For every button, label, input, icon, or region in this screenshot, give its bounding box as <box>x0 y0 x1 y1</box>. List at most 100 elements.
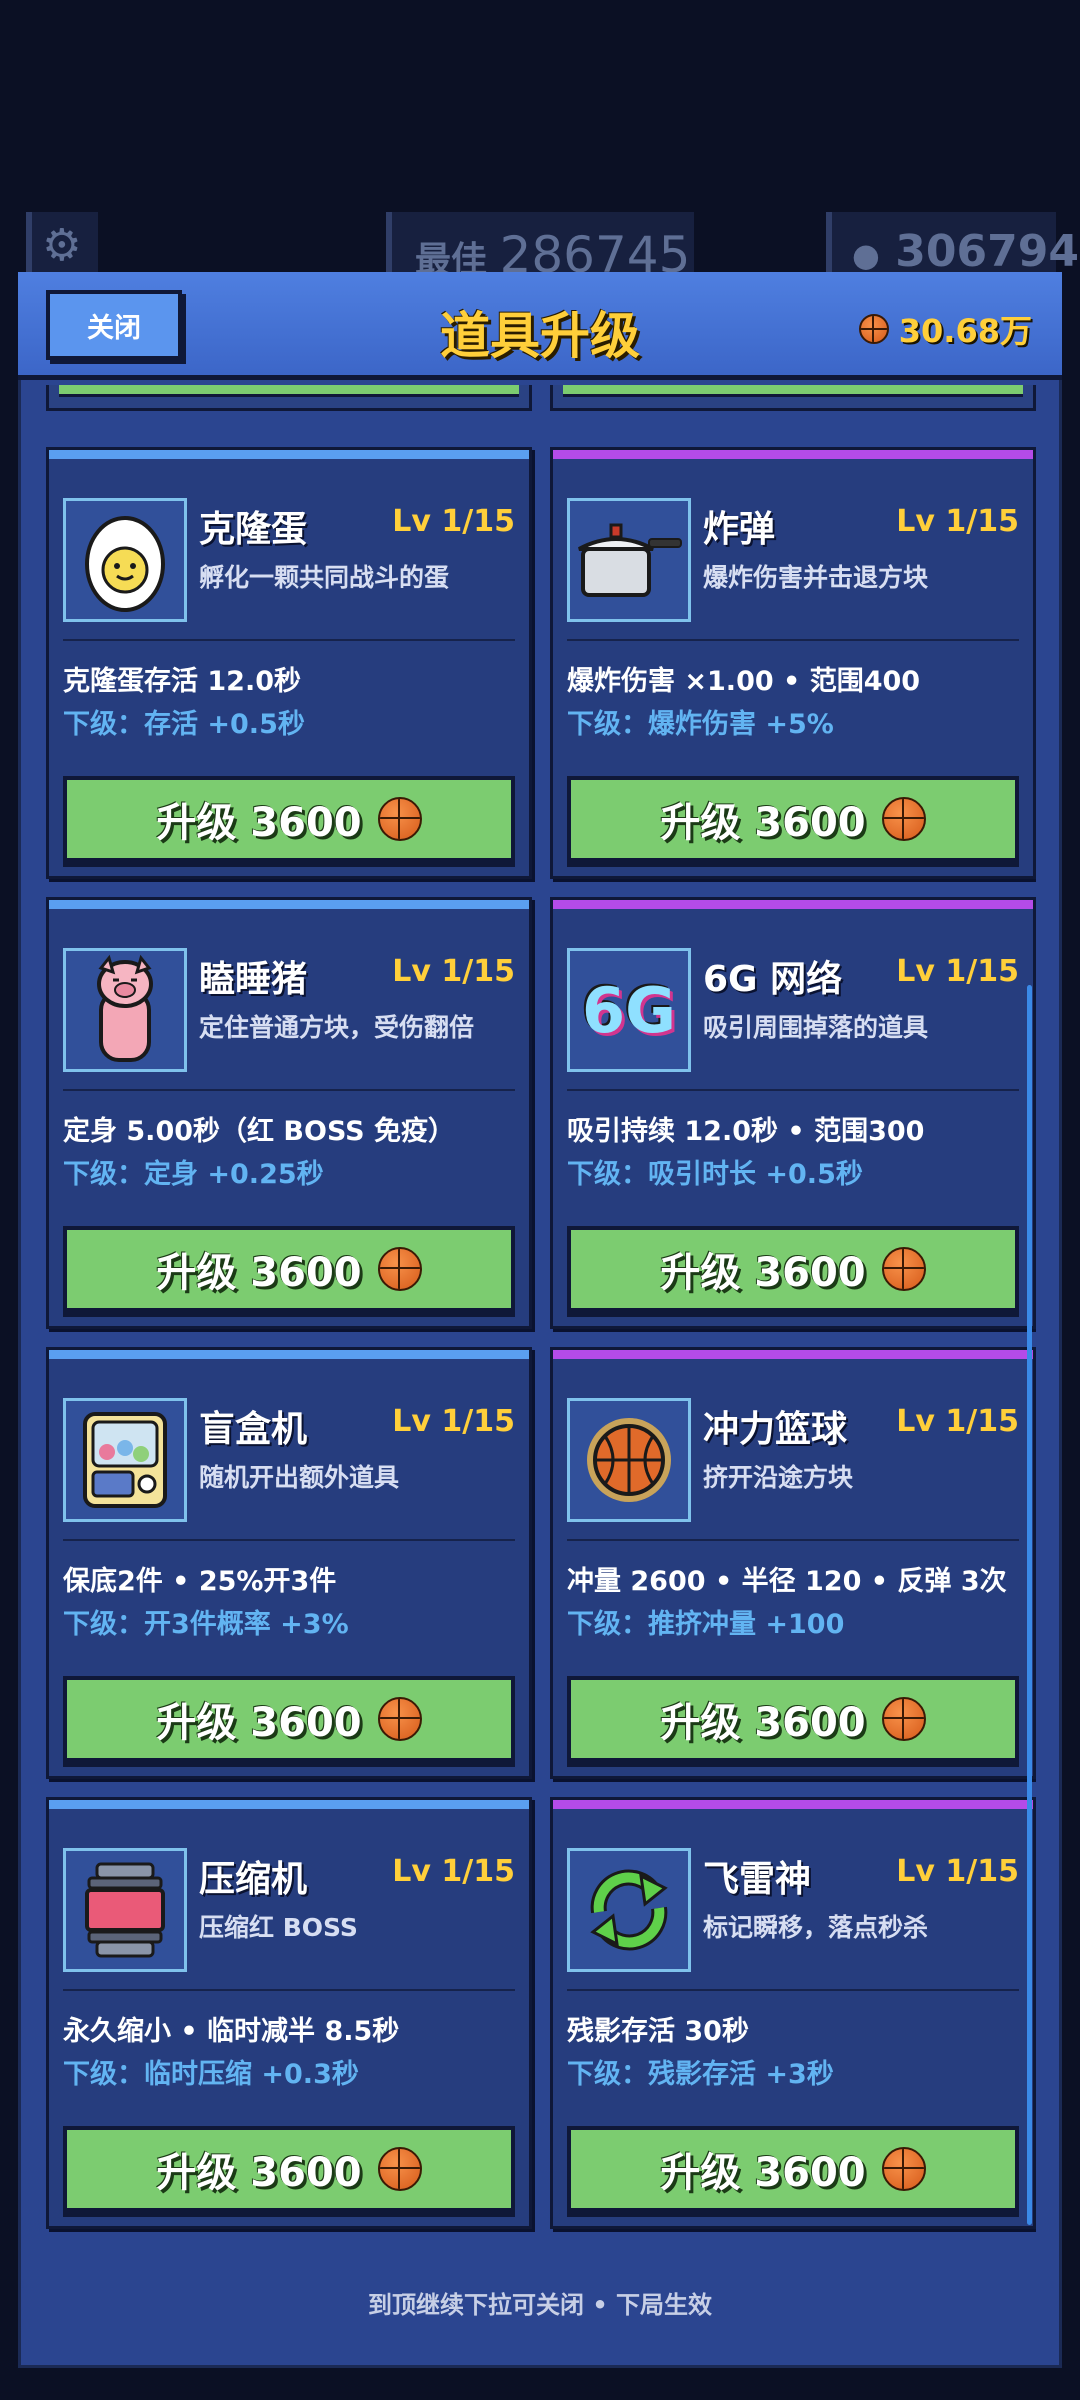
item-stat: 爆炸伤害 ×1.00 • 范围400 <box>567 666 921 697</box>
item-level: Lv 1/15 <box>392 954 515 989</box>
next-level-bonus: 下级：吸引时长 +0.5秒 <box>567 1159 863 1190</box>
item-level: Lv 1/15 <box>392 504 515 539</box>
item-level: Lv 1/15 <box>392 1404 515 1439</box>
next-level-bonus: 下级：爆炸伤害 +5% <box>567 709 834 740</box>
item-stat: 克隆蛋存活 12.0秒 <box>63 666 302 697</box>
item-name: 炸弹 <box>703 509 776 550</box>
card-accent-bar <box>49 1350 529 1359</box>
basketball-coin-icon <box>377 797 422 841</box>
item-description: 定住普通方块，受伤翻倍 <box>199 1013 475 1042</box>
item-card: 盲盒机 Lv 1/15 随机开出额外道具保底2件 • 25%开3件 下级：开3件概率 … <box>46 1347 532 1779</box>
item-card: 飞雷神 Lv 1/15 标记瞬移，落点秒杀 残影存活 30秒 下级：残影存活 +3秒 升级… <box>550 1797 1036 2229</box>
item-description: 吸引周围掉落的道具 <box>703 1013 929 1042</box>
item-stat: 残影存活 30秒 <box>567 2016 749 2047</box>
scrollbar[interactable] <box>1027 985 1032 2225</box>
upgrade-button[interactable]: 升级 3600 <box>567 2126 1019 2212</box>
gacha-machine-icon <box>63 1398 187 1522</box>
coin-balance: 30.68万 <box>858 306 1032 352</box>
upgrade-button[interactable]: 升级 3600 <box>567 776 1019 862</box>
card-accent-bar <box>553 900 1033 909</box>
card-accent-bar <box>553 1350 1033 1359</box>
upgrade-button[interactable]: 升级 3600 <box>63 1676 515 1762</box>
card-accent-bar <box>49 450 529 459</box>
basketball-coin-icon <box>881 1247 926 1291</box>
upgrade-button[interactable]: 升级 3600 <box>63 776 515 862</box>
item-stat: 永久缩小 • 临时减半 8.5秒 <box>63 2016 400 2047</box>
item-level: Lv 1/15 <box>896 1854 1019 1889</box>
item-name: 瞌睡猪 <box>199 959 308 1000</box>
compressor-icon <box>63 1848 187 1972</box>
item-name: 飞雷神 <box>703 1859 812 1900</box>
item-name: 冲力篮球 <box>703 1409 848 1450</box>
item-name: 6G 网络 <box>703 959 843 1000</box>
coin-amount: 30.68万 <box>898 312 1032 350</box>
item-card: 瞌睡猪 Lv 1/15 定住普通方块，受伤翻倍定身 5.00秒（红 BOSS 免疫）… <box>46 897 532 1329</box>
item-stat: 定身 5.00秒（红 BOSS 免疫） <box>63 1116 456 1147</box>
item-card: 炸弹 Lv 1/15 爆炸伤害并击退方块爆炸伤害 ×1.00 • 范围400 下级：爆… <box>550 447 1036 879</box>
item-description: 随机开出额外道具 <box>199 1463 400 1492</box>
item-list[interactable]: 克隆蛋 Lv 1/15 孵化一颗共同战斗的蛋克隆蛋存活 12.0秒 下级：存活 +0.… <box>36 385 1036 2235</box>
upgrade-button-label: 升级 3600 <box>660 800 866 846</box>
basketball-coin-icon <box>881 2147 926 2191</box>
item-description: 挤开沿途方块 <box>703 1463 854 1492</box>
card-accent-bar <box>553 1800 1033 1809</box>
item-card: 压缩机 Lv 1/15 压缩红 BOSS 永久缩小 • 临时减半 8.5秒 下级：临时压… <box>46 1797 532 2229</box>
recycle-arrows-icon <box>567 1848 691 1972</box>
upgrade-button-label: 升级 3600 <box>156 1700 362 1746</box>
basketball-coin-icon <box>881 1697 926 1741</box>
basketball-coin-icon <box>377 2147 422 2191</box>
next-level-bonus: 下级：推挤冲量 +100 <box>567 1609 845 1640</box>
upgrade-button-label: 升级 3600 <box>156 2150 362 2196</box>
6g-text: 6G <box>581 973 677 1047</box>
basketball-icon <box>567 1398 691 1522</box>
item-level: Lv 1/15 <box>896 954 1019 989</box>
upgrade-button-label: 升级 3600 <box>156 800 362 846</box>
item-description: 标记瞬移，落点秒杀 <box>703 1913 929 1942</box>
upgrade-button-label: 升级 3600 <box>660 2150 866 2196</box>
basketball-coin-icon <box>377 1697 422 1741</box>
upgrade-button[interactable]: 升级 3600 <box>567 1226 1019 1312</box>
divider <box>567 1989 1019 1991</box>
upgrade-button[interactable]: 升级 3600 <box>63 1226 515 1312</box>
partial-card-left <box>46 385 532 411</box>
pig-icon <box>63 948 187 1072</box>
divider <box>63 1089 515 1091</box>
item-description: 孵化一颗共同战斗的蛋 <box>199 563 450 592</box>
item-stat: 冲量 2600 • 半径 120 • 反弹 3次 <box>567 1566 1007 1597</box>
item-card: 6G 6G 网络 Lv 1/15 吸引周围掉落的道具吸引持续 12.0秒 • 范围30… <box>550 897 1036 1329</box>
partial-card-right <box>550 385 1036 411</box>
divider <box>567 639 1019 641</box>
item-level: Lv 1/15 <box>896 1404 1019 1439</box>
item-name: 盲盒机 <box>199 1409 308 1450</box>
item-card: 冲力篮球 Lv 1/15 挤开沿途方块冲量 2600 • 半径 120 • 反弹 3… <box>550 1347 1036 1779</box>
next-level-bonus: 下级：存活 +0.5秒 <box>63 709 305 740</box>
pressure-cooker-icon <box>567 498 691 622</box>
item-stat: 保底2件 • 25%开3件 <box>63 1566 337 1597</box>
upgrade-button[interactable]: 升级 3600 <box>63 2126 515 2212</box>
basketball-coin-icon <box>881 797 926 841</box>
item-level: Lv 1/15 <box>896 504 1019 539</box>
score-value: 306794 <box>895 226 1079 277</box>
gear-icon: ⚙ <box>42 220 82 271</box>
basketball-coin-icon <box>377 1247 422 1291</box>
basketball-coin-icon <box>858 314 889 344</box>
item-card: 克隆蛋 Lv 1/15 孵化一颗共同战斗的蛋克隆蛋存活 12.0秒 下级：存活 +0.… <box>46 447 532 879</box>
upgrade-button-label: 升级 3600 <box>660 1250 866 1296</box>
next-level-bonus: 下级：开3件概率 +3% <box>63 1609 349 1640</box>
divider <box>63 1539 515 1541</box>
next-level-bonus: 下级：定身 +0.25秒 <box>63 1159 324 1190</box>
card-accent-bar <box>49 1800 529 1809</box>
basketball-icon: ● <box>852 236 880 274</box>
item-name: 克隆蛋 <box>199 509 308 550</box>
divider <box>567 1539 1019 1541</box>
score: ● 306794 <box>852 226 1079 277</box>
egg-icon <box>63 498 187 622</box>
item-description: 压缩红 BOSS <box>199 1913 358 1942</box>
upgrade-button[interactable]: 升级 3600 <box>567 1676 1019 1762</box>
item-description: 爆炸伤害并击退方块 <box>703 563 929 592</box>
next-level-bonus: 下级：临时压缩 +0.3秒 <box>63 2059 359 2090</box>
upgrade-button-label: 升级 3600 <box>156 1250 362 1296</box>
item-stat: 吸引持续 12.0秒 • 范围300 <box>567 1116 925 1147</box>
item-level: Lv 1/15 <box>392 1854 515 1889</box>
item-name: 压缩机 <box>199 1859 308 1900</box>
